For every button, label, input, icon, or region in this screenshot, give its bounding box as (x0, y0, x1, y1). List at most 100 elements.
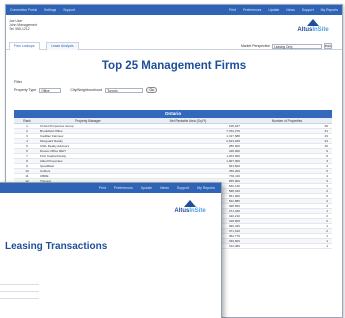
nav-link-support[interactable]: Support (63, 8, 75, 12)
market-perspective-label: Market Perspective (240, 44, 270, 48)
cell-rank: 1 (26, 124, 28, 128)
cell-rank: 7 (26, 154, 28, 158)
cell-number-of-properties: 3 (326, 184, 328, 188)
nav-link-print[interactable]: Print (229, 8, 236, 12)
cell-property-manager[interactable]: QuadReal (40, 164, 136, 168)
altus-insite-logo[interactable]: AltusInSite (290, 19, 336, 33)
tab-firm-lookups[interactable]: Firm Lookups (9, 42, 40, 50)
front-nav-update[interactable]: Update (141, 186, 152, 190)
cell-property-manager[interactable]: Allied Properties (40, 159, 136, 163)
cell-property-manager[interactable]: Dream Office REIT (40, 149, 136, 153)
table-region-band: Ontario (14, 110, 332, 118)
cell-net-rentable-area: 418,000 (228, 149, 240, 153)
col-property-manager[interactable]: Property Manager (40, 118, 136, 123)
top-navigation-bar: Connection Portal Settings Support Print… (6, 5, 342, 15)
nav-link-portal[interactable]: Connection Portal (10, 8, 37, 12)
cell-number-of-properties: 3 (326, 179, 328, 183)
cell-rank: 6 (26, 149, 28, 153)
cell-property-manager[interactable]: GWL Realty Advisors (40, 144, 136, 148)
cell-number-of-properties: 31 (324, 129, 328, 133)
cell-rank: 8 (26, 159, 28, 163)
front-nav-support[interactable]: Support (177, 186, 189, 190)
front-logo-triangle-icon (184, 200, 196, 207)
col-rank[interactable]: Rank (14, 118, 40, 123)
front-nav-preferences[interactable]: Preferences (114, 186, 133, 190)
city-label: City/Neighbourhood (70, 88, 103, 92)
cell-net-rentable-area: 286,000 (228, 144, 240, 148)
cell-net-rentable-area: 1,007,000 (226, 159, 240, 163)
cell-rank: 3 (26, 134, 28, 138)
cell-number-of-properties: 6 (326, 194, 328, 198)
logo-triangle-icon (307, 19, 319, 26)
form-line (0, 285, 39, 292)
cell-property-manager[interactable]: Colliers (40, 169, 136, 173)
property-type-select[interactable]: Office (39, 87, 62, 93)
market-perspective: Market Perspective Leasing Only Print (241, 43, 332, 49)
front-logo-text: AltusInSite (174, 208, 206, 214)
cell-net-rentable-area: 108,187 (228, 124, 240, 128)
col-number-of-properties[interactable]: Number of Properties (246, 118, 332, 123)
cell-number-of-properties: 2 (326, 199, 328, 203)
cell-rank: 10 (25, 169, 29, 173)
cell-number-of-properties: 2 (326, 229, 328, 233)
nav-link-support-2[interactable]: Support (302, 8, 314, 12)
cell-rank: 2 (26, 129, 28, 133)
cell-number-of-properties: 4 (326, 164, 328, 168)
nav-link-preferences[interactable]: Preferences (243, 8, 261, 12)
front-nav-my-reports[interactable]: My Reports (197, 186, 215, 190)
filter-panel: Filter Property Type Office City/Neighbo… (14, 80, 342, 93)
cell-number-of-properties: 1 (326, 209, 328, 213)
front-nav-news[interactable]: News (160, 186, 169, 190)
property-type-label: Property Type (14, 88, 37, 92)
cell-number-of-properties: 2 (326, 219, 328, 223)
nav-link-my-reports[interactable]: My Reports (321, 8, 338, 12)
cell-number-of-properties: 2 (326, 189, 328, 193)
logo-text: AltusInSite (297, 27, 329, 33)
form-line (0, 292, 39, 299)
form-line (0, 278, 39, 285)
filter-label: Filter (14, 80, 22, 84)
user-phone: Tel: 555-1212 (9, 27, 30, 32)
front-page-title: Leasing Transactions (5, 241, 108, 252)
cell-net-rentable-area: 1,203,000 (226, 154, 240, 158)
cell-property-manager[interactable]: Cadillac Fairview (40, 134, 136, 138)
cell-net-rentable-area: 702,116 (229, 174, 240, 178)
nav-link-news[interactable]: News (286, 8, 294, 12)
cell-number-of-properties: 8 (326, 154, 328, 158)
tab-lease-analysis[interactable]: Lease Analysis (46, 42, 79, 50)
market-perspective-select[interactable]: Leasing Only (272, 43, 322, 49)
cell-number-of-properties: 19 (324, 134, 328, 138)
go-button[interactable]: Go (146, 87, 158, 93)
nav-link-update[interactable]: Update (268, 8, 279, 12)
leasing-transactions-window: Print Preferences Update News Support My… (0, 182, 222, 318)
cell-property-manager[interactable]: CBRE (40, 174, 136, 178)
front-navigation-bar: Print Preferences Update News Support My… (0, 183, 221, 193)
cell-number-of-properties: 24 (324, 139, 328, 143)
cell-number-of-properties: 1 (326, 239, 328, 243)
cell-rank: 11 (25, 174, 29, 178)
nav-link-settings[interactable]: Settings (44, 8, 56, 12)
front-nav-print[interactable]: Print (99, 186, 106, 190)
col-net-rentable-area[interactable]: Net Rentable Area (Sq Ft) (136, 118, 246, 123)
cell-number-of-properties: 2 (326, 214, 328, 218)
cell-number-of-properties: 4 (326, 174, 328, 178)
front-altus-insite-logo[interactable]: AltusInSite (167, 200, 213, 214)
cell-number-of-properties: 1 (326, 234, 328, 238)
page-header: Joe User John Management Tel: 555-1212 A… (6, 15, 342, 41)
cell-rank: 9 (26, 164, 28, 168)
user-info: Joe User John Management Tel: 555-1212 (9, 19, 37, 32)
cell-property-manager[interactable]: Morguard Realty (40, 139, 136, 143)
front-form-lines (0, 278, 39, 299)
cell-net-rentable-area: 780,200 (228, 169, 240, 173)
page-title: Top 25 Management Firms (101, 60, 247, 72)
tab-row: Firm Lookups Lease Analysis Market Persp… (6, 41, 342, 50)
cell-property-manager[interactable]: Brookfield Office (40, 129, 136, 133)
print-button[interactable]: Print (324, 43, 332, 49)
city-select[interactable]: Toronto (105, 87, 144, 93)
cell-net-rentable-area: 1,317,688 (226, 134, 240, 138)
cell-number-of-properties: 3 (326, 159, 328, 163)
cell-property-manager[interactable]: Oxford Properties Group (40, 124, 136, 128)
cell-number-of-properties: 1 (326, 224, 328, 228)
cell-property-manager[interactable]: First Capital Realty (40, 154, 136, 158)
cell-number-of-properties: 3 (326, 204, 328, 208)
